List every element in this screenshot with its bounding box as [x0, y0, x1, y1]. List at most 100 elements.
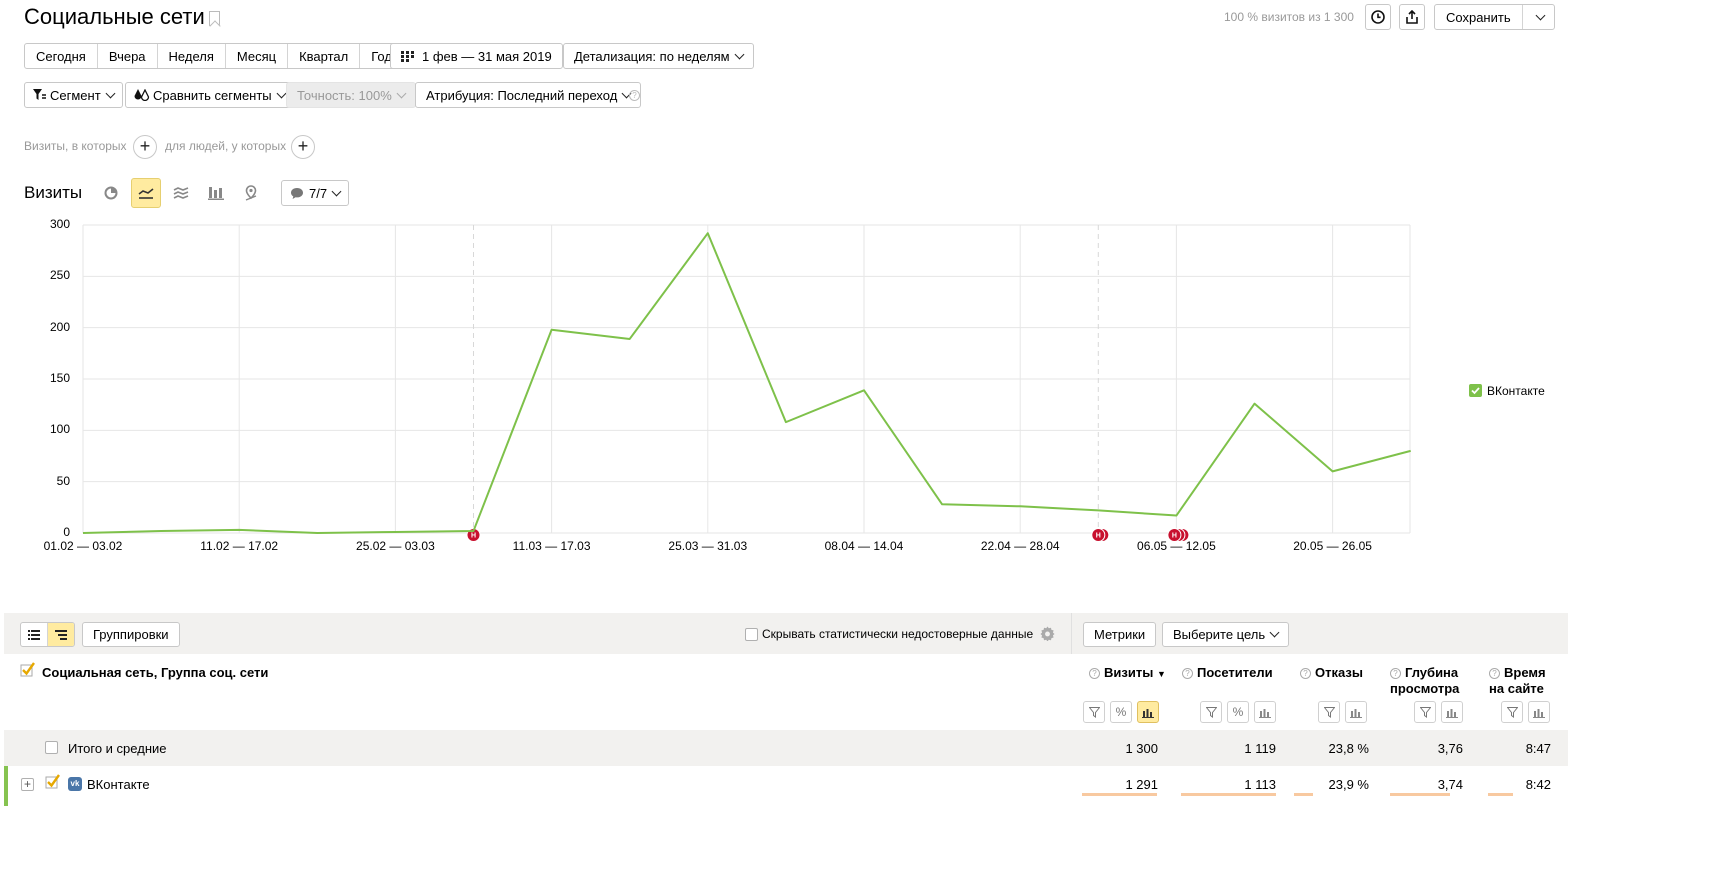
period-month[interactable]: Месяц: [226, 44, 289, 68]
col-bounces-header[interactable]: ? Отказы: [1300, 665, 1363, 681]
column-chart-button[interactable]: [1528, 701, 1550, 723]
people-where-label: для людей, у которых: [165, 139, 287, 153]
column-filter-button[interactable]: [1414, 701, 1436, 723]
col-time-header[interactable]: ? Время на сайте: [1489, 665, 1546, 697]
detail-dropdown[interactable]: Детализация: по неделям: [563, 43, 754, 69]
totals-time: 8:47: [1525, 741, 1551, 756]
line-view-button[interactable]: [131, 178, 161, 208]
save-button[interactable]: Сохранить: [1435, 5, 1523, 29]
check-icon: [1471, 387, 1480, 395]
event-marker-label: H: [1096, 533, 1101, 540]
row-depth: 3,74: [1437, 777, 1463, 792]
share-icon: [1406, 10, 1418, 24]
column-percent-button[interactable]: %: [1227, 701, 1249, 723]
area-view-button[interactable]: [166, 178, 196, 208]
chart-title: Визиты: [24, 183, 83, 202]
table-settings-button[interactable]: [1040, 626, 1055, 644]
accuracy-label: Точность: 100%: [297, 87, 392, 103]
column-percent-button[interactable]: %: [1110, 701, 1132, 723]
annotations-dropdown[interactable]: 7/7: [281, 180, 350, 206]
help-icon[interactable]: ?: [1300, 668, 1311, 679]
column-chart-button[interactable]: [1137, 701, 1159, 723]
percent-icon: %: [1232, 705, 1244, 719]
x-tick-label: 06.05 — 12.05: [1137, 539, 1216, 553]
pie-chart-icon: [104, 186, 118, 200]
x-tick-label: 22.04 — 28.04: [980, 539, 1060, 553]
y-tick-label: 150: [49, 371, 70, 385]
col-bounces-label: Отказы: [1315, 665, 1363, 680]
column-chart-button[interactable]: [1345, 701, 1367, 723]
bar-chart-icon: [208, 187, 224, 200]
history-button[interactable]: [1365, 4, 1391, 30]
bar-chart-icon: [1533, 707, 1545, 718]
totals-visits: 1 300: [1125, 741, 1158, 756]
period-week[interactable]: Неделя: [158, 44, 226, 68]
pie-view-button[interactable]: [96, 178, 126, 208]
x-tick-label: 25.03 — 31.03: [668, 539, 748, 553]
legend-checkbox[interactable]: [1469, 384, 1482, 397]
groupings-button[interactable]: Группировки: [82, 622, 180, 647]
col-visitors-header[interactable]: ? Посетители: [1182, 665, 1273, 681]
add-user-condition-button[interactable]: +: [291, 135, 315, 159]
add-visit-condition-button[interactable]: +: [133, 135, 157, 159]
totals-depth: 3,76: [1437, 741, 1463, 756]
period-quarter[interactable]: Квартал: [288, 44, 361, 68]
col-depth-label-2: просмотра: [1390, 681, 1460, 696]
row-label[interactable]: ВКонтакте: [87, 777, 150, 792]
help-icon[interactable]: ?: [1089, 668, 1100, 679]
legend-item-vkontakte[interactable]: ВКонтакте: [1487, 384, 1545, 398]
bar-view-button[interactable]: [201, 178, 231, 208]
totals-checkbox[interactable]: [45, 741, 58, 754]
visits-line-chart: HHH: [82, 224, 1411, 542]
column-filter-button[interactable]: [1318, 701, 1340, 723]
totals-visitors: 1 119: [1244, 741, 1276, 756]
row-checkbox[interactable]: [45, 774, 60, 789]
col-visits-header[interactable]: ? Визиты ▼: [1089, 665, 1166, 682]
y-tick-label: 50: [56, 473, 70, 488]
attribution-dropdown[interactable]: Атрибуция: Последний переход: [415, 82, 642, 108]
column-filter-button[interactable]: [1200, 701, 1222, 723]
col-depth-header[interactable]: ? Глубина просмотра: [1390, 665, 1459, 697]
col-depth-label-1: Глубина: [1405, 665, 1459, 680]
hide-unreliable-checkbox[interactable]: [745, 628, 758, 641]
period-yesterday[interactable]: Вчера: [98, 44, 158, 68]
dimension-header: Социальная сеть, Группа соц. сети: [42, 665, 269, 680]
chevron-down-icon: [276, 88, 287, 98]
metrics-button[interactable]: Метрики: [1083, 622, 1157, 647]
save-split-button[interactable]: Сохранить: [1434, 4, 1555, 30]
y-tick-label: 0: [63, 525, 70, 539]
date-range-button[interactable]: 1 фев — 31 мая 2019: [390, 43, 563, 69]
export-button[interactable]: [1399, 4, 1425, 30]
share-bar: [1294, 793, 1313, 796]
goal-dropdown[interactable]: Выберите цель: [1162, 622, 1290, 647]
help-icon[interactable]: ?: [1489, 668, 1500, 679]
col-visits-label: Визиты: [1104, 665, 1154, 680]
tree-view-button[interactable]: [48, 623, 74, 646]
save-dropdown-button[interactable]: [1523, 5, 1554, 29]
help-icon[interactable]: ?: [1182, 668, 1193, 679]
event-marker-label: H: [471, 533, 476, 540]
period-today[interactable]: Сегодня: [25, 44, 98, 68]
dimension-checkbox[interactable]: [20, 662, 35, 677]
table-view-toggle: [20, 622, 75, 647]
help-icon[interactable]: ?: [629, 90, 640, 101]
column-filter-button[interactable]: [1501, 701, 1523, 723]
page-title: Социальные сети: [24, 4, 205, 29]
compare-segments-button[interactable]: Сравнить сегменты: [125, 82, 294, 108]
segment-button[interactable]: Сегмент: [24, 82, 123, 108]
accuracy-dropdown[interactable]: Точность: 100%: [286, 82, 416, 108]
column-chart-button[interactable]: [1254, 701, 1276, 723]
clock-icon: [1371, 10, 1385, 24]
chevron-down-icon: [1269, 627, 1280, 638]
help-icon[interactable]: ?: [1390, 668, 1401, 679]
flat-view-button[interactable]: [21, 623, 48, 646]
row-visits: 1 291: [1125, 777, 1158, 792]
bookmark-icon[interactable]: [209, 11, 220, 26]
visits-where-label: Визиты, в которых: [24, 139, 127, 153]
map-view-button[interactable]: [236, 178, 266, 208]
column-filter-button[interactable]: [1083, 701, 1105, 723]
column-chart-button[interactable]: [1441, 701, 1463, 723]
map-pin-icon: [245, 185, 257, 201]
calendar-icon: [401, 50, 414, 62]
expand-row-button[interactable]: +: [21, 778, 34, 791]
